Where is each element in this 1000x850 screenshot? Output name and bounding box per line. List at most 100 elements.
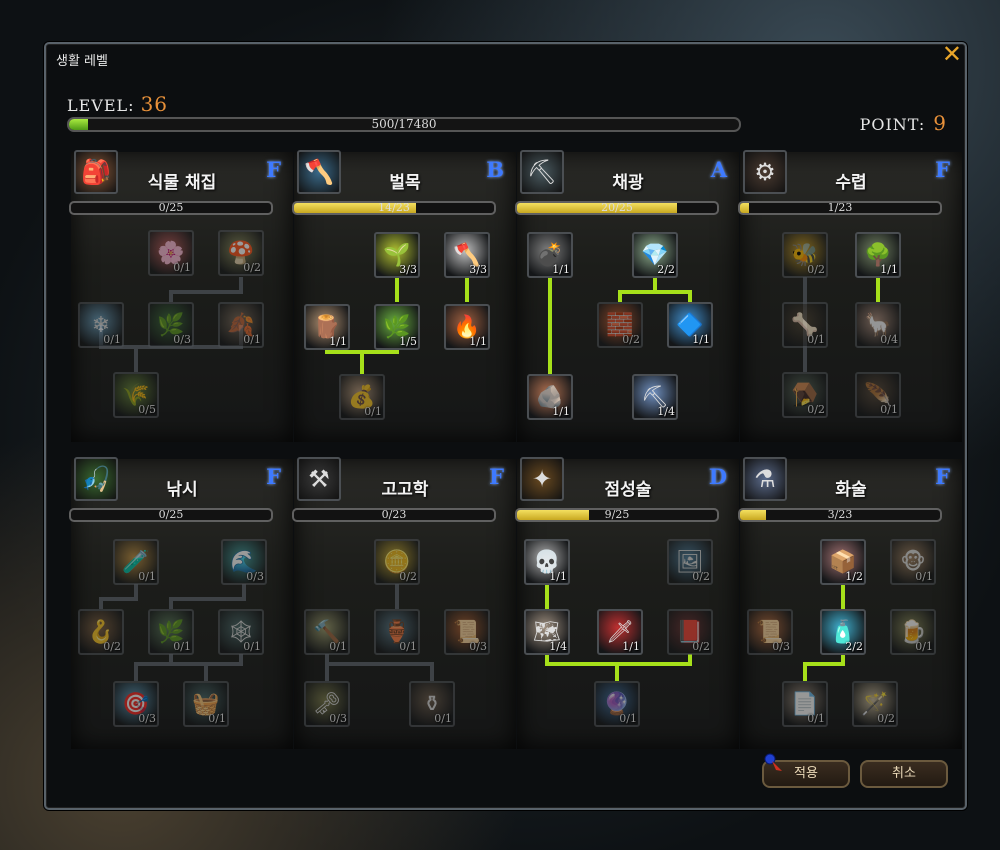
skill-slot[interactable]: 🪝 0/2 (78, 609, 124, 655)
skill-slot[interactable]: 🪙 0/2 (374, 539, 420, 585)
skill-slot[interactable]: 📜 0/3 (747, 609, 793, 655)
skill-slot[interactable]: ⛏ 1/4 (632, 374, 678, 420)
skill-slot[interactable]: 📄 0/1 (782, 681, 828, 727)
skill-panel: 🎣 낚시 F 0/25 🧪 0/1 🌊 0/3 🪝 0/2 🌿 0/1 🕸 0/1 🎯 0… (69, 457, 293, 749)
skill-slot[interactable]: 🔥 1/1 (444, 304, 490, 350)
skill-slot[interactable]: 🔮 0/1 (594, 681, 640, 727)
skill-connector (169, 584, 246, 609)
life-level-window: 생활 레벨 ✕ LEVEL: 36 500/17480 POINT: 9 🎒 식물 … (44, 42, 967, 810)
skill-slot[interactable]: 📦 1/2 (820, 539, 866, 585)
skill-slot[interactable]: 🌿 0/3 (148, 302, 194, 348)
skill-connector (99, 584, 138, 609)
experience-bar: 500/17480 (67, 117, 741, 132)
skill-slot-count: 0/1 (329, 640, 347, 653)
skill-slot[interactable]: 🌳 1/1 (855, 232, 901, 278)
skill-connector (618, 277, 657, 302)
skill-connector (545, 654, 619, 681)
skill-slot[interactable]: 💀 1/1 (524, 539, 570, 585)
skill-panel: ⚙ 수렵 F 1/23 🐝 0/2 🌳 1/1 🦴 0/1 🦙 0/4 🪤 0/2 🪶 0… (738, 150, 962, 442)
skill-slot[interactable]: 🍄 0/2 (218, 230, 264, 276)
skill-slot[interactable]: 💰 0/1 (339, 374, 385, 420)
skill-slot-count: 1/1 (692, 333, 710, 346)
skill-slot-count: 0/1 (243, 640, 261, 653)
skill-panel: ⚒ 고고학 F 0/23 🪙 0/2 🔨 0/1 🏺 0/1 📜 0/3 🗝 0/3 ⚱ … (292, 457, 516, 749)
skill-slot-count: 0/1 (364, 405, 382, 418)
skill-slot-count: 0/2 (692, 640, 710, 653)
point-value: 9 (933, 111, 947, 135)
skill-slot[interactable]: 🪨 1/1 (527, 374, 573, 420)
skill-slot-count: 0/3 (772, 640, 790, 653)
skill-slot[interactable]: 🍂 0/1 (218, 302, 264, 348)
skill-slot-count: 1/1 (329, 335, 347, 348)
skill-tree-connectors (803, 584, 845, 681)
skill-panel: ⚗ 화술 F 3/23 📦 1/2 🐵 0/1 📜 0/3 🧴 2/2 🍺 0/1 📄 0… (738, 457, 962, 749)
skill-slot[interactable]: 🐝 0/2 (782, 232, 828, 278)
skill-slot[interactable]: 🐵 0/1 (890, 539, 936, 585)
skill-slot[interactable]: 🧴 2/2 (820, 609, 866, 655)
experience-text: 500/17480 (371, 117, 437, 131)
skill-slot[interactable]: 🧪 0/1 (113, 539, 159, 585)
skill-connector (169, 277, 243, 302)
skill-slot[interactable]: 🪤 0/2 (782, 372, 828, 418)
skill-slot-count: 1/4 (549, 640, 567, 653)
skill-slot[interactable]: 📕 0/2 (667, 609, 713, 655)
level-value: 36 (140, 92, 169, 116)
skill-slot[interactable]: 🪵 1/1 (304, 304, 350, 350)
skill-slot[interactable]: 🗺 1/4 (524, 609, 570, 655)
skill-slot[interactable]: 🌱 3/3 (374, 232, 420, 278)
skill-slot-count: 1/1 (549, 570, 567, 583)
skill-slot-count: 1/4 (657, 405, 675, 418)
skill-slot[interactable]: 💣 1/1 (527, 232, 573, 278)
skill-slot-count: 0/3 (246, 570, 264, 583)
skill-tree-connectors (803, 277, 880, 372)
close-icon[interactable]: ✕ (942, 42, 962, 66)
skill-slot[interactable]: 🕸 0/1 (218, 609, 264, 655)
skill-slot[interactable]: 🦴 0/1 (782, 302, 828, 348)
skill-slot-count: 0/1 (807, 333, 825, 346)
skill-connector (655, 290, 692, 302)
skill-slot-count: 0/1 (138, 570, 156, 583)
skill-slot[interactable]: 🪶 0/1 (855, 372, 901, 418)
skill-slot-count: 1/1 (552, 263, 570, 276)
skill-slot[interactable]: ⚱ 0/1 (409, 681, 455, 727)
skill-slot[interactable]: 🗡 1/1 (597, 609, 643, 655)
skill-slot[interactable]: 🌿 1/5 (374, 304, 420, 350)
skill-slot[interactable]: 🌿 0/1 (148, 609, 194, 655)
skill-slot[interactable]: 🏺 0/1 (374, 609, 420, 655)
skill-slot[interactable]: 🖼 0/2 (667, 539, 713, 585)
window-title: 생활 레벨 (56, 54, 108, 69)
skill-slot-count: 1/1 (622, 640, 640, 653)
skill-slot-count: 0/1 (915, 640, 933, 653)
skill-slot[interactable]: 💎 2/2 (632, 232, 678, 278)
skill-slot[interactable]: 🧺 0/1 (183, 681, 229, 727)
skill-slot[interactable]: 🌸 0/1 (148, 230, 194, 276)
skill-slot[interactable]: 🦙 0/4 (855, 302, 901, 348)
skill-slot-count: 1/1 (880, 263, 898, 276)
skill-slot[interactable]: 🪄 0/2 (852, 681, 898, 727)
skill-slot-count: 0/1 (434, 712, 452, 725)
skill-slot-count: 0/1 (807, 712, 825, 725)
cancel-button[interactable]: 취소 (860, 760, 948, 788)
skill-slot[interactable]: 🔷 1/1 (667, 302, 713, 348)
skill-slot[interactable]: 🪓 3/3 (444, 232, 490, 278)
skill-slot-count: 3/3 (399, 263, 417, 276)
skill-slot-count: 0/1 (173, 261, 191, 274)
skill-slot[interactable]: 📜 0/3 (444, 609, 490, 655)
skill-slot[interactable]: 🌾 0/5 (113, 372, 159, 418)
skill-slot-count: 0/2 (622, 333, 640, 346)
skill-connector (327, 662, 434, 681)
skill-slot-count: 0/1 (103, 333, 121, 346)
skill-slot-count: 0/3 (329, 712, 347, 725)
skill-slot[interactable]: 🗝 0/3 (304, 681, 350, 727)
skill-slot-count: 0/1 (619, 712, 637, 725)
skill-slot[interactable]: 🎯 0/3 (113, 681, 159, 727)
skill-slot[interactable]: 🧱 0/2 (597, 302, 643, 348)
skill-slot[interactable]: 🌊 0/3 (221, 539, 267, 585)
skill-slot[interactable]: 🔨 0/1 (304, 609, 350, 655)
skill-slot-count: 0/3 (173, 333, 191, 346)
skill-slot[interactable]: 🍺 0/1 (890, 609, 936, 655)
skill-connector (803, 654, 845, 681)
skill-slot-count: 0/5 (138, 403, 156, 416)
skill-slot[interactable]: ❄ 0/1 (78, 302, 124, 348)
cursor-icon (764, 753, 782, 771)
